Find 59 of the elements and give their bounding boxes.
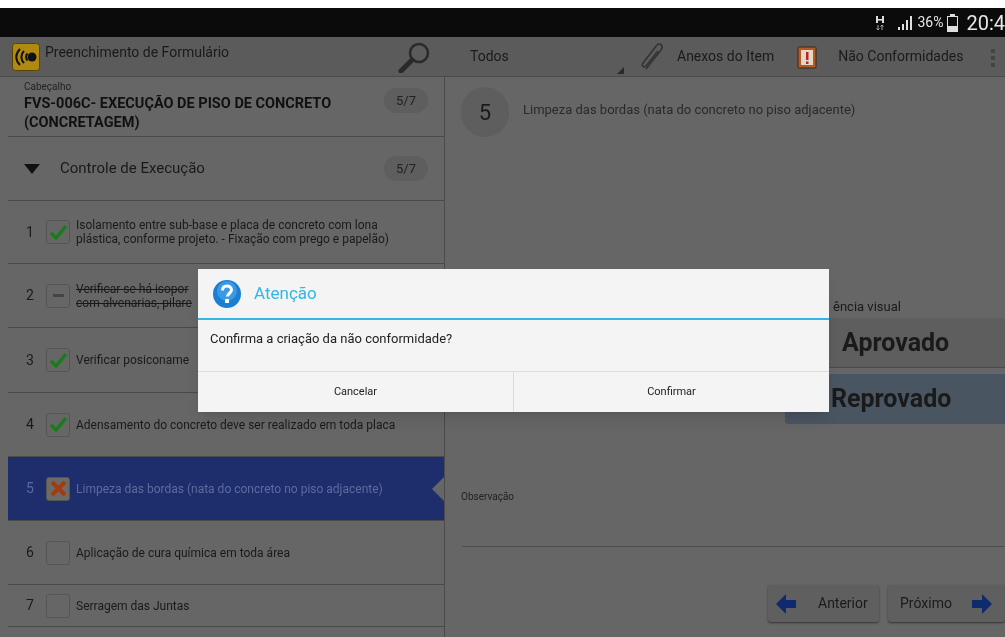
check-icon <box>48 350 68 370</box>
item-number: 5 <box>26 479 35 498</box>
check-icon <box>48 415 68 434</box>
status-checkbox[interactable] <box>46 348 70 372</box>
item-text: Adensamento do concreto deve ser realizado em toda placa <box>76 417 396 432</box>
count-badge: 5/7 <box>384 155 428 182</box>
nav-button[interactable]: Anterior <box>768 585 879 622</box>
item-text: Aplicação de cura química em toda área <box>76 545 290 560</box>
item-description: Limpeza das bordas (nata do concreto no piso adjacente) <box>523 101 856 120</box>
app-title: Preenchimento de Formulário <box>45 43 231 62</box>
battery-percent: 36% <box>917 13 944 32</box>
dialog-title: Atenção <box>254 281 317 305</box>
checklist-row[interactable]: 1 Isolamento entre sub-base e placa de concreto com lona plástica, conforme projeto. - Fixação com prego e papelão) <box>8 201 444 264</box>
section-title: Controle de Execução <box>60 158 206 180</box>
signal-icon <box>897 15 914 30</box>
dash-icon <box>52 294 64 297</box>
nav-button[interactable]: Próximo <box>888 585 1005 622</box>
clock: 20:4 <box>966 12 1005 33</box>
battery-icon <box>947 13 959 32</box>
toolbar-button[interactable]: Anexos do Item <box>677 46 775 67</box>
help-icon <box>212 278 242 309</box>
status-checkbox[interactable] <box>46 412 70 437</box>
item-number: 3 <box>26 350 35 370</box>
item-text: Isolamento entre sub-base e placa de concreto com lona plástica, conforme projeto. - Fixação com prego e papelão) <box>76 218 390 246</box>
selection-pointer-icon <box>432 477 444 501</box>
dialog-message: Confirma a criação da não conformidade? <box>198 320 829 372</box>
clipboard-alert-icon <box>797 44 818 69</box>
item-number: 7 <box>26 596 35 615</box>
item-text: Verificar se há isopor com alvenarias, pilare <box>76 281 192 310</box>
toolbar-button[interactable]: Não Conformidades <box>838 46 964 67</box>
count-badge: 5/7 <box>384 87 428 114</box>
header-caption: Cabeçalho <box>24 81 73 94</box>
item-number: 2 <box>26 286 35 305</box>
filter-dropdown[interactable]: Todos <box>468 37 626 76</box>
app-logo-icon <box>12 42 40 71</box>
item-text: Verificar posiconame <box>76 353 190 367</box>
cross-icon <box>48 479 68 498</box>
check-icon <box>48 222 68 242</box>
status-checkbox[interactable] <box>46 220 70 244</box>
checklist-row[interactable]: 5 Limpeza das bordas (nata do concreto no piso adjacente) <box>8 457 444 521</box>
item-number: 6 <box>26 543 35 562</box>
item-number: 1 <box>26 222 35 242</box>
item-text: Serragem das Juntas <box>76 598 190 613</box>
right-arrow-icon <box>971 593 992 614</box>
dialog-button[interactable]: Confirmar <box>513 372 829 412</box>
search-icon <box>398 40 432 73</box>
dropdown-corner-icon <box>617 66 624 74</box>
status-checkbox[interactable] <box>46 283 70 308</box>
item-number: 4 <box>26 415 35 434</box>
checklist-row[interactable]: 7 Serragem das Juntas <box>8 585 444 627</box>
status-checkbox[interactable] <box>46 476 70 501</box>
option-button[interactable]: Aprovado <box>828 318 1005 368</box>
field-label: ência visual <box>833 298 901 316</box>
checklist-row[interactable]: 6 Aplicação de cura química em toda área <box>8 521 444 585</box>
left-arrow-icon <box>776 593 796 614</box>
network-type-icon <box>875 14 886 31</box>
item-text: Limpeza das bordas (nata do concreto no piso adjacente) <box>76 481 383 496</box>
form-title: FVS-006C- EXECUÇÃO DE PISO DE CONCRETO (CONCRETAGEM) <box>24 93 333 132</box>
field-label: Observação <box>461 490 515 504</box>
